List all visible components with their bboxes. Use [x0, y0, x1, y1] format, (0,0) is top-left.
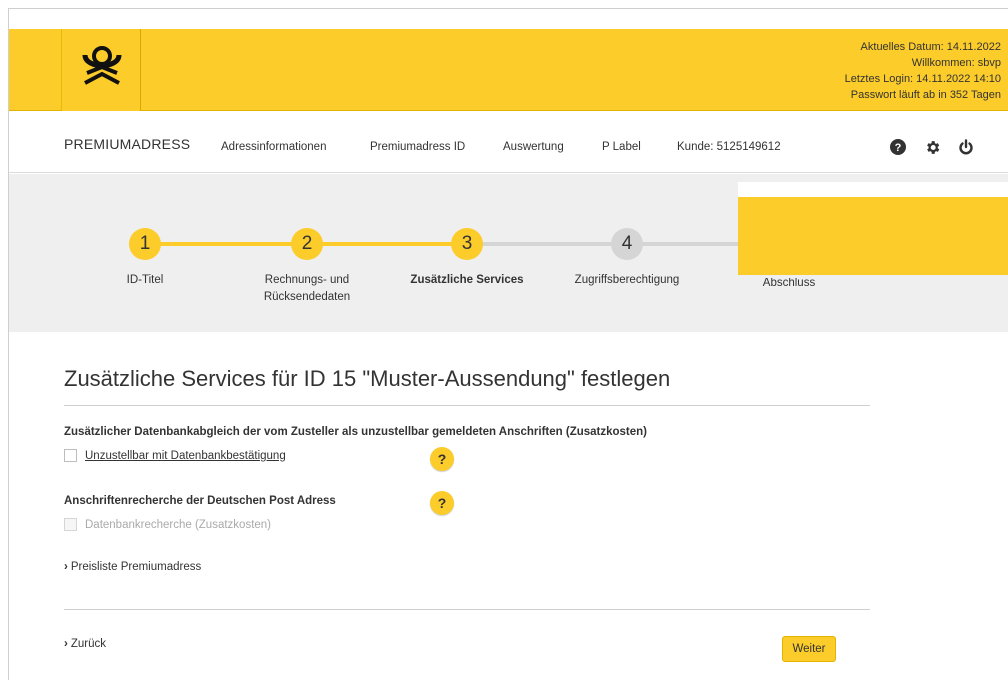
nav-link-auswertung[interactable]: Auswertung	[503, 141, 564, 153]
notification-overlay	[738, 182, 1008, 275]
undeliverable-checkbox[interactable]	[64, 449, 77, 462]
step-2-circle[interactable]: 2	[291, 228, 323, 260]
nav-brand[interactable]: PREMIUMADRESS	[64, 136, 190, 152]
step-connector	[307, 242, 467, 246]
step-2-label: Rechnungs- und Rücksendedaten	[263, 274, 351, 303]
chevron-right-icon: ›	[64, 638, 68, 650]
step-3-circle: 3	[451, 228, 483, 260]
database-research-checkbox-label: Datenbankrecherche (Zusatzkosten)	[85, 518, 272, 531]
gear-icon[interactable]	[923, 138, 941, 156]
step-1-label: ID-Titel	[126, 274, 164, 286]
nav-icon-group: ?	[889, 138, 975, 156]
svg-text:?: ?	[895, 142, 902, 154]
option-database-research: Datenbankrecherche (Zusatzkosten)	[64, 518, 271, 531]
nav-link-p-label[interactable]: P Label	[602, 141, 641, 153]
progress-steps: 1 2 3 4 ID-Titel Rechnungs- und Rücksende…	[9, 174, 1008, 332]
help-undeliverable-button[interactable]: ?	[430, 447, 454, 471]
undeliverable-checkbox-label[interactable]: Unzustellbar mit Datenbankbestätigung	[85, 450, 286, 462]
step-3-label: Zusätzliche Services	[410, 274, 524, 286]
section-undeliverable-heading: Zusätzlicher Datenbankabgleich der vom Z…	[64, 426, 648, 438]
help-icon[interactable]: ?	[889, 138, 907, 156]
title-divider	[64, 405, 870, 406]
price-list-link[interactable]: › Preisliste Premiumadress	[64, 561, 201, 573]
main-nav: PREMIUMADRESS Adressinformationen Premiu…	[9, 111, 1008, 173]
price-list-link-text[interactable]: Preisliste Premiumadress	[71, 561, 201, 573]
header-bar: Aktuelles Datum: 14.11.2022 Willkommen: …	[9, 29, 1008, 116]
next-button[interactable]: Weiter	[782, 636, 836, 662]
nav-link-premiumadress-id[interactable]: Premiumadress ID	[370, 141, 465, 153]
back-link[interactable]: › Zurück	[64, 638, 106, 650]
session-info: Aktuelles Datum: 14.11.2022 Willkommen: …	[845, 39, 1001, 103]
deutsche-post-logo[interactable]	[61, 29, 141, 116]
step-4-label: Zugriffsberechtigung	[574, 274, 680, 286]
option-undeliverable: Unzustellbar mit Datenbankbestätigung	[64, 449, 286, 462]
overlay-yellow-panel	[738, 197, 1008, 275]
posthorn-icon	[82, 46, 122, 85]
welcome-user: Willkommen: sbvp	[911, 57, 1001, 69]
current-date: Aktuelles Datum: 14.11.2022	[860, 41, 1001, 53]
footer-divider	[64, 609, 870, 610]
page-title: Zusätzliche Services für ID 15 "Muster-A…	[64, 366, 671, 391]
section-address-research-heading: Anschriftenrecherche der Deutschen Post …	[64, 495, 336, 507]
nav-customer-number: Kunde: 5125149612	[677, 141, 781, 153]
step-5-label: Abschluss	[762, 278, 816, 288]
last-login: Letztes Login: 14.11.2022 14:10	[844, 73, 1001, 85]
password-expiry: Passwort läuft ab in 352 Tagen	[850, 89, 1001, 101]
power-icon[interactable]	[957, 138, 975, 156]
step-1-circle[interactable]: 1	[129, 228, 161, 260]
chevron-right-icon: ›	[64, 561, 68, 573]
database-research-checkbox[interactable]	[64, 518, 77, 531]
help-address-research-button[interactable]: ?	[430, 491, 454, 515]
step-connector	[145, 242, 307, 246]
step-4-circle: 4	[611, 228, 643, 260]
nav-link-adressinformationen[interactable]: Adressinformationen	[221, 141, 326, 153]
app-frame: Aktuelles Datum: 14.11.2022 Willkommen: …	[8, 8, 1008, 680]
step-connector	[467, 242, 627, 246]
back-link-text[interactable]: Zurück	[71, 638, 106, 650]
